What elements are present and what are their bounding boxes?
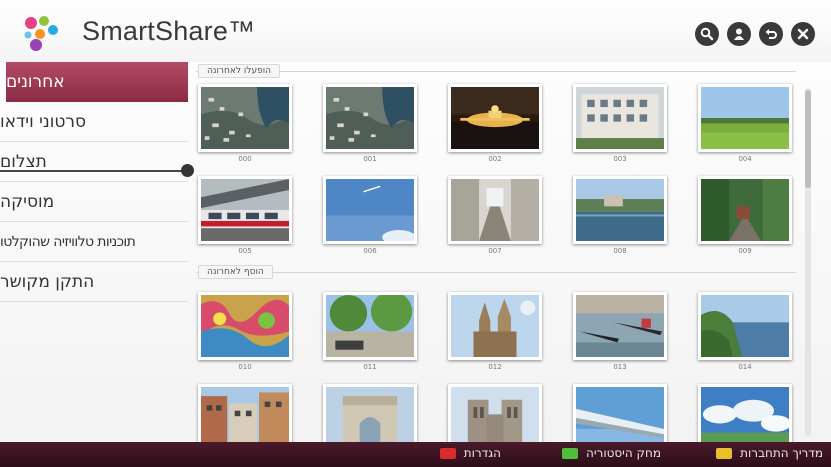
section-label-recently-played: הופעלו לאחרונה xyxy=(198,64,281,78)
thumbnail-caption: 005 xyxy=(238,247,252,255)
section-divider xyxy=(196,71,796,72)
connection-guide-button[interactable]: מדריך התחברות xyxy=(716,446,823,460)
thumbnail-image[interactable] xyxy=(323,176,417,244)
media-thumbnail-item[interactable]: 003 xyxy=(573,84,667,164)
red-key-icon xyxy=(439,447,456,459)
sidebar-item-photos[interactable]: תצלום xyxy=(0,142,188,182)
section-label-recently-added: הוסף לאחרונה xyxy=(198,265,273,279)
sidebar-slider-line xyxy=(0,170,186,172)
smartshare-logo-icon xyxy=(24,16,58,51)
thumbnail-image[interactable] xyxy=(448,84,542,152)
settings-button[interactable]: הגדרות xyxy=(439,446,501,460)
thumbnail-image[interactable] xyxy=(698,84,792,152)
thumbnail-image[interactable] xyxy=(198,292,292,360)
media-thumbnail-item[interactable]: 005 xyxy=(198,176,292,256)
media-thumbnail-item[interactable]: 001 xyxy=(323,84,417,164)
app-title: SmartShare™ xyxy=(82,16,256,46)
thumbnail-image[interactable] xyxy=(198,84,292,152)
thumbnail-image[interactable] xyxy=(573,292,667,360)
thumbnail-caption: 004 xyxy=(738,155,752,163)
sidebar-item-recent[interactable]: אחרונים xyxy=(6,62,188,102)
sidebar-item-videos[interactable]: סרטוני וידאו xyxy=(0,102,188,142)
yellow-key-icon xyxy=(716,447,733,459)
scrollbar-thumb[interactable] xyxy=(805,90,811,188)
back-button[interactable] xyxy=(759,22,783,46)
thumbnail-caption: 008 xyxy=(613,247,627,255)
user-icon xyxy=(734,28,744,40)
settings-label: הגדרות xyxy=(463,446,501,460)
thumbnail-image[interactable] xyxy=(198,176,292,244)
thumbnail-image[interactable] xyxy=(448,176,542,244)
bottom-bar: מדריך התחברות מחק היסטוריה הגדרות xyxy=(0,442,831,467)
header: SmartShare™ xyxy=(0,0,831,62)
media-thumbnail-item[interactable]: 004 xyxy=(698,84,792,164)
thumbnail-image[interactable] xyxy=(573,176,667,244)
thumbnail-caption: 011 xyxy=(363,363,377,371)
thumbnail-image[interactable] xyxy=(323,292,417,360)
thumbnail-caption: 007 xyxy=(488,247,502,255)
media-thumbnail-item[interactable]: 012 xyxy=(448,292,542,372)
media-thumbnail-item[interactable]: 014 xyxy=(698,292,792,372)
media-thumbnail-item[interactable]: 008 xyxy=(573,176,667,256)
section-divider xyxy=(196,272,796,273)
thumbnail-caption: 009 xyxy=(738,247,752,255)
thumbnail-caption: 014 xyxy=(738,363,752,371)
connection-guide-label: מדריך התחברות xyxy=(740,446,823,460)
close-button[interactable] xyxy=(791,22,815,46)
thumbnail-caption: 010 xyxy=(238,363,252,371)
media-thumbnail-item[interactable]: 010 xyxy=(198,292,292,372)
account-button[interactable] xyxy=(727,22,751,46)
media-thumbnail-item[interactable]: 002 xyxy=(448,84,542,164)
thumbnail-caption: 001 xyxy=(363,155,377,163)
media-thumbnail-item[interactable]: 009 xyxy=(698,176,792,256)
search-icon xyxy=(700,27,714,41)
media-thumbnail-item[interactable]: 006 xyxy=(323,176,417,256)
smartshare-screen: SmartShare™ אחרונים סרטוני וידאו תצלום מ… xyxy=(0,0,831,467)
thumbnail-image[interactable] xyxy=(323,84,417,152)
sidebar: אחרונים סרטוני וידאו תצלום מוסיקה תוכניו… xyxy=(0,62,194,442)
thumbnail-image[interactable] xyxy=(698,176,792,244)
thumbnail-caption: 012 xyxy=(488,363,502,371)
media-thumbnail-item[interactable]: 011 xyxy=(323,292,417,372)
green-key-icon xyxy=(562,447,579,459)
media-thumbnail-item[interactable]: 000 xyxy=(198,84,292,164)
back-icon xyxy=(765,29,777,39)
sidebar-item-linked-device[interactable]: התקן מקושר xyxy=(0,262,188,302)
close-icon xyxy=(797,28,809,40)
search-button[interactable] xyxy=(695,22,719,46)
sidebar-item-music[interactable]: מוסיקה xyxy=(0,182,188,222)
media-thumbnail-item[interactable]: 013 xyxy=(573,292,667,372)
thumbnail-caption: 000 xyxy=(238,155,252,163)
sidebar-item-recorded-tv[interactable]: תוכניות טלוויזיה שהוקלטו xyxy=(0,222,188,262)
thumbnail-caption: 003 xyxy=(613,155,627,163)
thumbnail-caption: 006 xyxy=(363,247,377,255)
media-thumbnail-item[interactable]: 007 xyxy=(448,176,542,256)
thumbnail-image[interactable] xyxy=(698,292,792,360)
content-grid: הופעלו לאחרונה 000 001 002 003 004 005 006 007… xyxy=(192,62,807,452)
thumbnail-image[interactable] xyxy=(573,84,667,152)
thumbnail-caption: 002 xyxy=(488,155,502,163)
delete-history-label: מחק היסטוריה xyxy=(586,446,661,460)
thumbnail-image[interactable] xyxy=(448,292,542,360)
delete-history-button[interactable]: מחק היסטוריה xyxy=(562,446,661,460)
thumbnail-caption: 013 xyxy=(613,363,627,371)
